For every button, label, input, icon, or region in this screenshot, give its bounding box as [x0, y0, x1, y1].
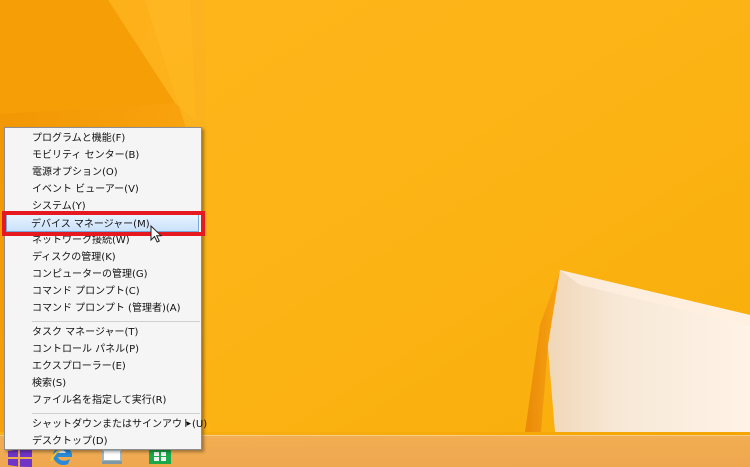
menu-item-mobility-center[interactable]: モビリティ センター(B) [7, 147, 200, 164]
menu-item-label: 検索(S) [32, 378, 67, 389]
menu-item-label: ネットワーク接続(W) [32, 235, 130, 246]
menu-separator [32, 321, 200, 322]
menu-item-search[interactable]: 検索(S) [7, 375, 200, 392]
menu-item-label: コントロール パネル(P) [32, 344, 140, 355]
windows-start-icon [8, 449, 32, 467]
menu-item-system[interactable]: システム(Y) [7, 198, 200, 215]
menu-item-run[interactable]: ファイル名を指定して実行(R) [7, 392, 200, 409]
menu-item-command-prompt[interactable]: コマンド プロンプト(C) [7, 283, 200, 300]
menu-item-command-prompt-admin[interactable]: コマンド プロンプト (管理者)(A) [7, 300, 200, 317]
menu-item-shutdown-signout[interactable]: シャットダウンまたはサインアウト(U) ▸ [7, 416, 207, 433]
menu-item-label: モビリティ センター(B) [32, 150, 140, 161]
menu-item-label: デスクトップ(D) [32, 436, 108, 447]
menu-item-file-explorer[interactable]: エクスプローラー(E) [7, 358, 200, 375]
menu-item-task-manager[interactable]: タスク マネージャー(T) [7, 324, 200, 341]
menu-item-label: コンピューターの管理(G) [32, 269, 148, 280]
menu-item-network-connections[interactable]: ネットワーク接続(W) [7, 232, 200, 249]
menu-separator [32, 413, 200, 414]
menu-item-label: コマンド プロンプト (管理者)(A) [32, 303, 181, 314]
menu-item-label: タスク マネージャー(T) [32, 327, 139, 338]
menu-item-event-viewer[interactable]: イベント ビューアー(V) [7, 181, 200, 198]
menu-item-label: システム(Y) [32, 201, 86, 212]
menu-item-programs-features[interactable]: プログラムと機能(F) [7, 130, 200, 147]
submenu-arrow-icon: ▸ [186, 419, 191, 429]
menu-item-label: イベント ビューアー(V) [32, 184, 139, 195]
menu-item-label: 電源オプション(O) [32, 167, 118, 178]
menu-item-label: コマンド プロンプト(C) [32, 286, 140, 297]
menu-item-label: プログラムと機能(F) [32, 133, 126, 144]
selected-menu-item-label: デバイス マネージャー(M) [31, 219, 150, 230]
desktop: プログラムと機能(F) モビリティ センター(B) 電源オプション(O) イベン… [0, 0, 750, 467]
menu-item-power-options[interactable]: 電源オプション(O) [7, 164, 200, 181]
menu-item-label: エクスプローラー(E) [32, 361, 126, 372]
mouse-cursor-icon [150, 225, 162, 243]
menu-item-computer-management[interactable]: コンピューターの管理(G) [7, 266, 200, 283]
menu-item-control-panel[interactable]: コントロール パネル(P) [7, 341, 200, 358]
menu-item-label: ファイル名を指定して実行(R) [32, 395, 167, 406]
menu-item-label: シャットダウンまたはサインアウト(U) [32, 419, 208, 430]
winx-context-menu: プログラムと機能(F) モビリティ センター(B) 電源オプション(O) イベン… [4, 127, 207, 450]
menu-item-disk-management[interactable]: ディスクの管理(K) [7, 249, 200, 266]
menu-item-desktop[interactable]: デスクトップ(D) [7, 433, 200, 450]
menu-item-label: ディスクの管理(K) [32, 252, 116, 263]
